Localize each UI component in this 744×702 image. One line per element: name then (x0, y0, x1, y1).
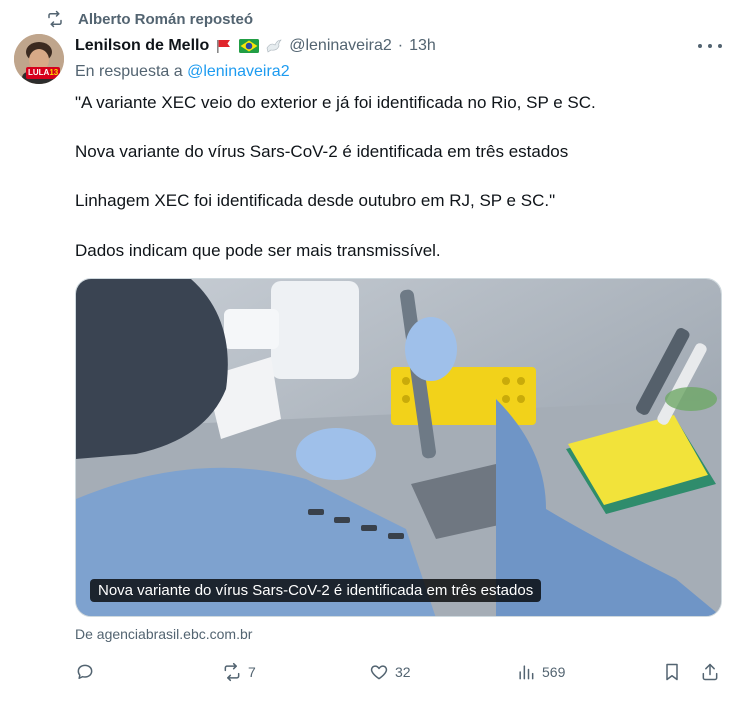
header-separator: · (397, 37, 404, 54)
tweet-header: Lenilson de Mello @leninaveira2 · 13h (75, 35, 436, 57)
reply-button[interactable] (75, 658, 101, 686)
brazil-flag-icon (239, 39, 260, 53)
tweet-text-line-4: Dados indicam que pode ser mais transmis… (75, 241, 441, 260)
reply-context: En respuesta a @leninaveira2 (75, 63, 290, 81)
repost-icon (224, 662, 240, 682)
views-icon (519, 665, 534, 680)
like-count: 32 (395, 664, 411, 680)
bookmark-icon (666, 663, 678, 681)
tweet-text-line-1: "A variante XEC veio do exterior e já fo… (75, 93, 596, 112)
tweet-actions: 7 32 569 (75, 658, 725, 686)
media-card[interactable]: Nova variante do vírus Sars-CoV-2 é iden… (75, 278, 722, 617)
repost-count: 7 (248, 664, 256, 680)
repost-button[interactable]: 7 (222, 658, 256, 686)
repost-icon (48, 10, 62, 28)
author-name[interactable]: Lenilson de Mello (75, 37, 209, 55)
more-dot-icon (698, 44, 702, 48)
more-dot-icon (718, 44, 722, 48)
tweet-text-line-3: Linhagem XEC foi identificada desde outu… (75, 191, 556, 210)
avatar[interactable]: LULA13 (14, 34, 64, 84)
bookmark-button[interactable] (662, 658, 682, 686)
avatar-badge: LULA13 (26, 67, 61, 79)
share-button[interactable] (700, 658, 720, 686)
views-count: 569 (542, 664, 566, 680)
reply-icon (77, 664, 93, 679)
share-icon (702, 663, 718, 681)
author-handle[interactable]: @leninaveira2 (289, 37, 392, 55)
like-button[interactable]: 32 (369, 658, 411, 686)
lab-photo (76, 279, 721, 616)
tweet-time[interactable]: 13h (409, 37, 436, 55)
tweet-text-line-2: Nova variante do vírus Sars-CoV-2 é iden… (75, 142, 569, 161)
red-flag-icon (217, 40, 231, 53)
repost-label: Alberto Román reposteó (78, 10, 254, 28)
link-source[interactable]: De agenciabrasil.ebc.com.br (75, 626, 252, 642)
heart-icon (370, 665, 388, 680)
media-caption: Nova variante do vírus Sars-CoV-2 é iden… (90, 579, 542, 602)
repost-indicator[interactable]: Alberto Román reposteó (46, 8, 253, 30)
dove-icon (266, 39, 282, 53)
more-dot-icon (708, 44, 712, 48)
reply-handle-link[interactable]: @leninaveira2 (187, 63, 290, 80)
more-options-button[interactable] (698, 38, 722, 54)
views-button[interactable]: 569 (516, 658, 565, 686)
reply-prefix: En respuesta a (75, 63, 183, 80)
